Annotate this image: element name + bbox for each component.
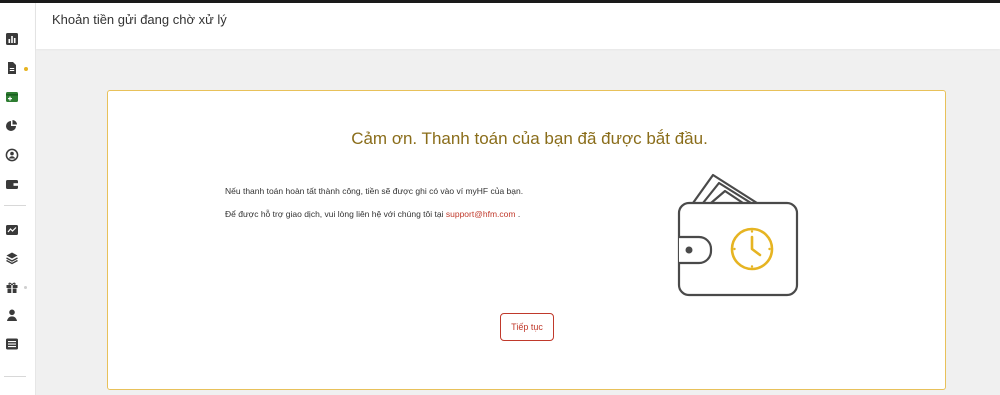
card-title: Cảm ơn. Thanh toán của bạn đã được bắt đ… [351,129,708,148]
list-icon[interactable] [5,337,19,351]
page-header: Khoản tiền gửi đang chờ xử lý [36,3,1000,49]
user-circle-icon[interactable] [5,148,19,162]
sidebar-divider [4,205,26,206]
wallet-clock-illustration [665,169,805,299]
person-icon[interactable] [5,308,19,322]
support-text: Để được hỗ trợ giao dịch, vui lòng liên … [225,209,446,219]
support-email-link[interactable]: support@hfm.com [446,209,516,219]
line-chart-icon[interactable] [5,223,19,237]
deposit-icon[interactable] [5,90,19,104]
sidebar [0,3,36,395]
support-message: Để được hỗ trợ giao dịch, vui lòng liên … [225,209,520,219]
layers-icon[interactable] [5,251,19,265]
continue-button[interactable]: Tiếp tục [500,313,554,341]
wallet-icon[interactable] [5,177,19,191]
payment-status-card: Cảm ơn. Thanh toán của bạn đã được bắt đ… [107,90,946,390]
support-suffix: . [515,209,521,219]
pie-chart-icon[interactable] [5,119,19,133]
page-title: Khoản tiền gửi đang chờ xử lý [52,12,227,27]
gift-icon[interactable] [5,280,19,294]
bar-chart-icon[interactable] [5,32,19,46]
notification-dot [24,67,28,71]
separator-dot [24,286,27,289]
success-message: Nếu thanh toán hoàn tất thành công, tiền… [225,186,524,196]
sidebar-divider [4,376,26,377]
document-icon[interactable] [5,61,19,75]
